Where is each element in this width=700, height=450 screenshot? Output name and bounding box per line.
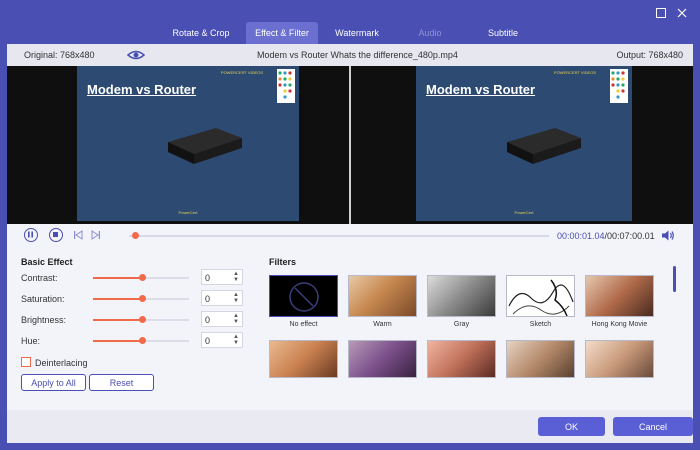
filter-rose[interactable] (427, 340, 496, 378)
filter-no-effect[interactable] (269, 275, 338, 317)
filter-hong-kong-movie[interactable] (585, 275, 654, 317)
filter-gray[interactable] (427, 275, 496, 317)
brand-footer: PowerCert (178, 210, 198, 215)
saturation-label: Saturation: (21, 294, 65, 304)
filter-warm[interactable] (348, 275, 417, 317)
stepper-arrows-icon[interactable]: ▲ ▼ (232, 334, 240, 346)
filter-fade[interactable] (506, 340, 575, 378)
logo-icon (277, 69, 295, 103)
hue-slider-thumb[interactable] (139, 337, 146, 344)
close-icon[interactable] (675, 6, 689, 20)
time-display: 00:00:01.04/00:07:00.01 (557, 231, 655, 241)
tab-subtitle[interactable]: Subtitle (474, 22, 532, 44)
filter-orange[interactable] (269, 340, 338, 378)
apply-to-all-button[interactable]: Apply to All (21, 374, 86, 391)
tab-bar: Rotate & Crop Effect & Filter Watermark … (0, 0, 700, 44)
hue-value: 0 (205, 336, 211, 346)
ok-button[interactable]: OK (538, 417, 605, 436)
pause-button[interactable] (24, 228, 38, 242)
tab-rotate-crop[interactable]: Rotate & Crop (163, 22, 239, 44)
saturation-value-stepper[interactable]: 0 ▲ ▼ (201, 290, 243, 306)
volume-icon[interactable] (661, 229, 675, 242)
output-resolution: Output: 768x480 (616, 50, 683, 60)
saturation-slider-fill (93, 298, 142, 300)
tab-audio[interactable]: Audio (402, 22, 458, 44)
video-title: Modem vs Router (426, 82, 536, 97)
tab-effect-filter[interactable]: Effect & Filter (246, 22, 318, 44)
deinterlacing-checkbox[interactable] (21, 357, 31, 367)
filter-label-sketch: Sketch (529, 321, 552, 328)
reset-button[interactable]: Reset (89, 374, 154, 391)
brand-label: POWERCERT VIDEOS (220, 70, 263, 75)
saturation-slider-thumb[interactable] (139, 295, 146, 302)
stepper-arrows-icon[interactable]: ▲ ▼ (232, 313, 240, 325)
router-image (168, 128, 242, 164)
deinterlacing-label: Deinterlacing (35, 358, 88, 368)
no-effect-icon (289, 282, 319, 312)
contrast-label: Contrast: (21, 273, 58, 283)
filters-title: Filters (269, 257, 297, 267)
output-preview: Modem vs Router POWERCERT VIDEOS PowerCe… (351, 66, 693, 224)
sketch-preview (508, 279, 574, 316)
stepper-arrows-icon[interactable]: ▲ ▼ (232, 271, 240, 283)
saturation-value: 0 (205, 294, 211, 304)
original-resolution: Original: 768x480 (24, 50, 95, 60)
brightness-slider-fill (93, 319, 142, 321)
filter-label-no-effect: No effect (289, 321, 318, 328)
router-image (507, 128, 581, 164)
hue-label: Hue: (21, 336, 41, 346)
total-time: /00:07:00.01 (604, 231, 655, 241)
filter-pale[interactable] (585, 340, 654, 378)
next-frame-icon[interactable] (91, 230, 101, 240)
brand-label: POWERCERT VIDEOS (553, 70, 596, 75)
video-title: Modem vs Router (87, 82, 197, 97)
filter-label-warm: Warm (373, 321, 392, 328)
brand-footer: PowerCert (514, 210, 534, 215)
filters-scrollbar[interactable] (673, 266, 676, 292)
original-preview: Modem vs Router POWERCERT VIDEOS PowerCe… (7, 66, 349, 224)
timeline-track[interactable] (129, 235, 549, 237)
file-name: Modem vs Router Whats the difference_480… (257, 50, 458, 60)
playback-bar: 00:00:01.04/00:07:00.01 (7, 225, 693, 247)
filter-sketch[interactable] (506, 275, 575, 317)
hue-value-stepper[interactable]: 0 ▲ ▼ (201, 332, 243, 348)
contrast-slider-thumb[interactable] (139, 274, 146, 281)
stop-button[interactable] (49, 228, 63, 242)
contrast-value: 0 (205, 273, 211, 283)
info-bar: Original: 768x480 Modem vs Router Whats … (7, 44, 693, 66)
brightness-value-stepper[interactable]: 0 ▲ ▼ (201, 311, 243, 327)
brightness-label: Brightness: (21, 315, 67, 325)
brightness-value: 0 (205, 315, 211, 325)
brightness-slider-thumb[interactable] (139, 316, 146, 323)
eye-icon[interactable] (126, 48, 146, 62)
logo-icon (610, 69, 628, 103)
cancel-button[interactable]: Cancel (613, 417, 693, 436)
current-time: 00:00:01.04 (557, 231, 605, 241)
output-video-frame: Modem vs Router POWERCERT VIDEOS PowerCe… (416, 66, 632, 221)
tab-watermark[interactable]: Watermark (326, 22, 388, 44)
filter-purple[interactable] (348, 340, 417, 378)
contrast-slider-fill (93, 277, 142, 279)
maximize-icon[interactable] (654, 6, 668, 20)
basic-effect-title: Basic Effect (21, 257, 73, 267)
timeline-thumb[interactable] (132, 232, 140, 239)
filter-label-hong-kong-movie: Hong Kong Movie (591, 321, 648, 328)
previous-frame-icon[interactable] (73, 230, 83, 240)
hue-slider-fill (93, 340, 142, 342)
contrast-value-stepper[interactable]: 0 ▲ ▼ (201, 269, 243, 285)
video-preview-area: Modem vs Router POWERCERT VIDEOS PowerCe… (7, 66, 693, 224)
original-video-frame: Modem vs Router POWERCERT VIDEOS PowerCe… (77, 66, 299, 221)
filter-label-gray: Gray (453, 321, 470, 328)
stepper-arrows-icon[interactable]: ▲ ▼ (232, 292, 240, 304)
